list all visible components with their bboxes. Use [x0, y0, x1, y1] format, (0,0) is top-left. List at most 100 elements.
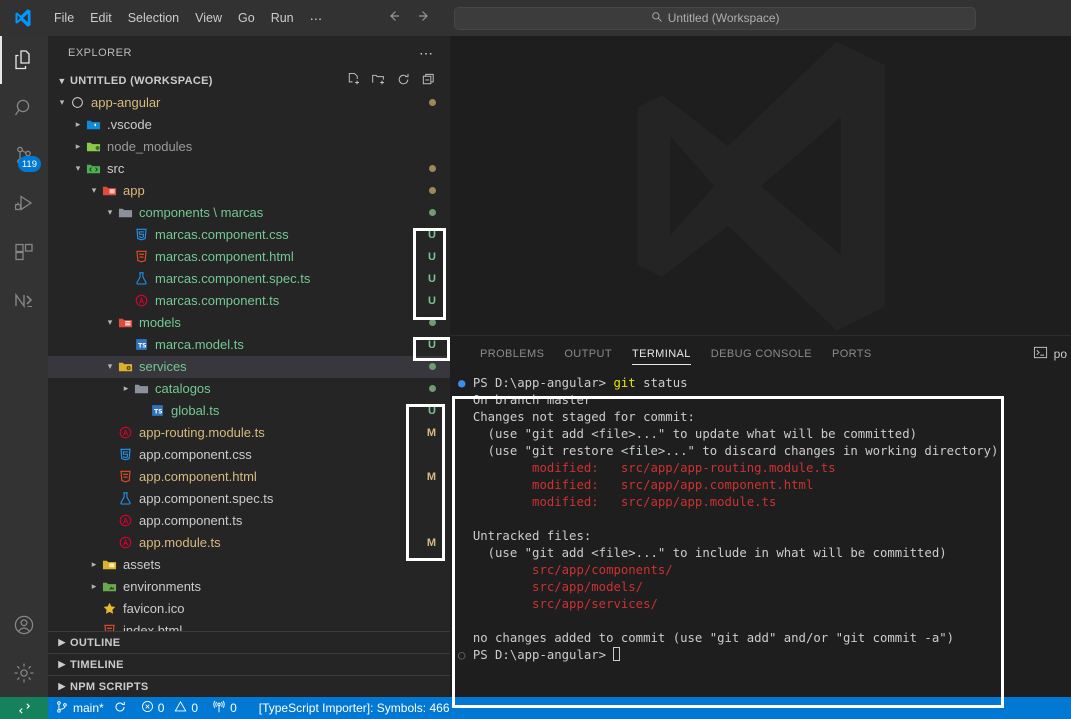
tree-row-src[interactable]: ▾ src	[48, 158, 450, 180]
section-outline[interactable]: ▶ OUTLINE	[48, 631, 450, 653]
ellipsis-icon[interactable]: ⋯	[419, 45, 434, 62]
collapse-all-icon[interactable]	[421, 72, 436, 90]
tree-row-index-html[interactable]: index.html	[48, 620, 450, 631]
tree-row-label: app.component.ts	[139, 513, 243, 529]
chevron-down-icon[interactable]: ▾	[88, 185, 100, 196]
status-problems[interactable]: 0 0	[134, 697, 205, 719]
activity-item-extensions[interactable]	[0, 228, 48, 276]
quick-input-search[interactable]: Untitled (Workspace)	[454, 6, 977, 30]
tree-row-app-component-ts[interactable]: app.component.ts	[48, 510, 450, 532]
terminal-text: git	[613, 376, 636, 390]
terminal-tab-powershell[interactable]: po	[1033, 345, 1067, 363]
git-decoration-letter: U	[428, 250, 436, 263]
tree-row-favicon-ico[interactable]: favicon.ico	[48, 598, 450, 620]
vscode-logo-icon	[0, 8, 46, 28]
tree-row-app-module-ts[interactable]: app.module.ts M	[48, 532, 450, 554]
tree-row-app[interactable]: ▾ app	[48, 180, 450, 202]
tree-row-label: environments	[123, 579, 202, 595]
chevron-right-icon[interactable]: ▸	[72, 141, 84, 152]
tree-row-components-marcas[interactable]: ▾ components \ marcas	[48, 202, 450, 224]
activity-item-run-and-debug[interactable]	[0, 180, 48, 228]
menu-edit[interactable]: Edit	[82, 7, 120, 29]
tree-row-catalogos[interactable]: ▸ catalogos	[48, 378, 450, 400]
terminal-tab-label: po	[1053, 346, 1067, 361]
status-radio-tower[interactable]: 0	[205, 697, 244, 719]
refresh-icon[interactable]	[396, 72, 411, 90]
tree-row-label: app	[123, 183, 145, 199]
tree-row-marcas-component-spec-ts[interactable]: marcas.component.spec.ts U	[48, 268, 450, 290]
activity-item-source-control[interactable]: 119	[0, 132, 48, 180]
panel-tab-bar: PROBLEMS OUTPUT TERMINAL DEBUG CONSOLE P…	[450, 336, 1071, 371]
menu-go[interactable]: Go	[230, 7, 263, 29]
menu-more[interactable]: ⋯	[302, 7, 331, 30]
tree-row-app-component-spec-ts[interactable]: app.component.spec.ts	[48, 488, 450, 510]
terminal-output[interactable]: ● PS D:\app-angular> git status On branc…	[450, 371, 1071, 697]
tab-debug-console[interactable]: DEBUG CONSOLE	[701, 336, 822, 371]
activity-item-manage[interactable]	[0, 649, 48, 697]
chevron-right-icon[interactable]: ▸	[88, 559, 100, 570]
tab-problems[interactable]: PROBLEMS	[470, 336, 554, 371]
file-tree[interactable]: ▾ app-angular ▸ .vscode ▸ node_modules ▾ src ▾ ap…	[48, 92, 450, 631]
chevron-down-icon[interactable]: ▾	[56, 97, 68, 108]
chevron-down-icon[interactable]: ▾	[72, 163, 84, 174]
tree-row-app-component-css[interactable]: app.component.css	[48, 444, 450, 466]
tree-row-marcas-component-html[interactable]: marcas.component.html U	[48, 246, 450, 268]
terminal-line	[458, 511, 1071, 528]
chevron-right-icon[interactable]: ▸	[88, 581, 100, 592]
status-branch[interactable]: main*	[48, 697, 134, 719]
tree-row-app-angular[interactable]: ▾ app-angular	[48, 92, 450, 114]
remote-window-icon[interactable]	[0, 697, 48, 719]
tree-row-marca-model-ts[interactable]: TS marca.model.ts U	[48, 334, 450, 356]
activity-item-search[interactable]	[0, 84, 48, 132]
arrow-left-icon[interactable]	[386, 8, 402, 28]
workspace-section-header[interactable]: ▼ UNTITLED (WORKSPACE)	[48, 70, 450, 92]
activity-item-accounts[interactable]	[0, 601, 48, 649]
tree-row-label: models	[139, 315, 181, 331]
menu-run[interactable]: Run	[263, 7, 302, 29]
tab-ports[interactable]: PORTS	[822, 336, 882, 371]
status-errors-count: 0	[157, 701, 165, 715]
sync-icon[interactable]	[113, 700, 127, 717]
menu-file[interactable]: File	[46, 7, 82, 29]
chevron-down-icon[interactable]: ▾	[104, 317, 116, 328]
tree-row-services[interactable]: ▾ services	[48, 355, 450, 378]
status-bar: main* 0 0 0 [TypeScript Importer]: Symbo…	[0, 697, 1071, 719]
activity-item-explorer[interactable]	[0, 36, 48, 84]
tab-output[interactable]: OUTPUT	[554, 336, 622, 371]
git-decoration-dot	[429, 185, 436, 197]
tree-row-marcas-component-css[interactable]: marcas.component.css U	[48, 224, 450, 246]
status-ts-importer[interactable]: [TypeScript Importer]: Symbols: 466	[252, 697, 457, 719]
menu-selection[interactable]: Selection	[120, 7, 187, 29]
tree-row-marcas-component-ts[interactable]: marcas.component.ts U	[48, 290, 450, 312]
tree-row-global-ts[interactable]: TS global.ts U	[48, 400, 450, 422]
section-npm-scripts[interactable]: ▶ NPM SCRIPTS	[48, 675, 450, 697]
folder-icon	[132, 381, 150, 396]
tree-row-app-component-html[interactable]: app.component.html M	[48, 466, 450, 488]
tree-row-node-modules[interactable]: ▸ node_modules	[48, 136, 450, 158]
section-timeline[interactable]: ▶ TIMELINE	[48, 653, 450, 675]
menu-view[interactable]: View	[187, 7, 230, 29]
new-file-icon[interactable]	[346, 72, 361, 90]
new-folder-icon[interactable]	[371, 72, 386, 90]
activity-item-nx-console[interactable]	[0, 276, 48, 324]
radio-tower-icon	[212, 700, 226, 717]
vscode-watermark-logo	[636, 41, 885, 330]
tree-row-models[interactable]: ▾ models	[48, 312, 450, 334]
terminal-line-gutter	[458, 580, 473, 594]
tree-row-environments[interactable]: ▸ environments	[48, 576, 450, 598]
chevron-right-icon[interactable]: ▸	[120, 383, 132, 394]
terminal-line: modified: src/app/app.module.ts	[458, 494, 1071, 511]
chevron-right-icon[interactable]: ▸	[72, 119, 84, 130]
workbench-body: 119 EXPLORER ⋯ ▼ UNTITLED (WORKSPACE) ▾ …	[0, 36, 1071, 697]
tab-terminal[interactable]: TERMINAL	[622, 336, 701, 371]
chevron-down-icon[interactable]: ▾	[104, 207, 116, 218]
git-decoration-dot	[429, 317, 436, 329]
chevron-down-icon[interactable]: ▾	[104, 361, 116, 372]
tree-row-app-routing-module-ts[interactable]: app-routing.module.ts M	[48, 422, 450, 444]
terminal-text: modified: src/app/app-routing.module.ts	[472, 461, 836, 475]
ts-file-icon: TS	[148, 403, 166, 418]
tree-row-assets[interactable]: ▸ assets	[48, 554, 450, 576]
arrow-right-icon[interactable]	[416, 8, 432, 28]
terminal-line: ○ PS D:\app-angular>	[458, 647, 1071, 664]
tree-row-vscode[interactable]: ▸ .vscode	[48, 114, 450, 136]
